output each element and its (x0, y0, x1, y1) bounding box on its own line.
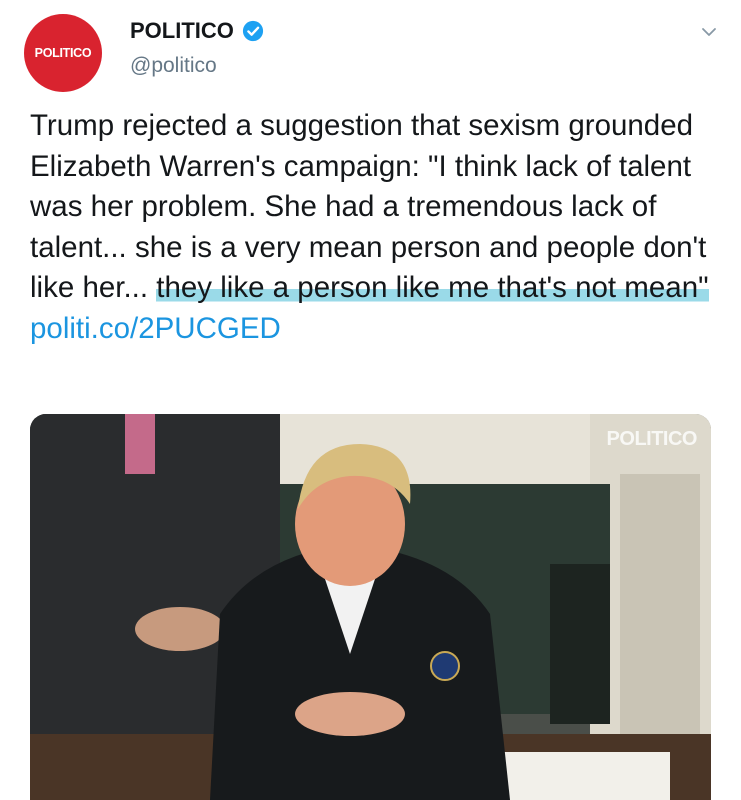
tweet-header: POLITICO POLITICO @politico (0, 0, 741, 100)
avatar[interactable]: POLITICO (24, 14, 102, 92)
account-name[interactable]: POLITICO (130, 18, 234, 44)
media-photo (30, 414, 711, 800)
highlighted-quote: they like a person like me that's not me… (156, 271, 709, 304)
chevron-down-icon[interactable] (699, 22, 719, 42)
name-row: POLITICO (130, 18, 264, 44)
tweet-text: Trump rejected a suggestion that sexism … (30, 106, 720, 349)
verified-badge-icon (242, 20, 263, 42)
tweet-link[interactable]: politi.co/2PUCGED (30, 312, 281, 345)
account-handle[interactable]: @politico (130, 54, 217, 78)
media-watermark: POLITICO (606, 428, 698, 450)
tweet-media[interactable]: POLITICO (30, 414, 711, 800)
avatar-logo-text: POLITICO (34, 46, 92, 60)
